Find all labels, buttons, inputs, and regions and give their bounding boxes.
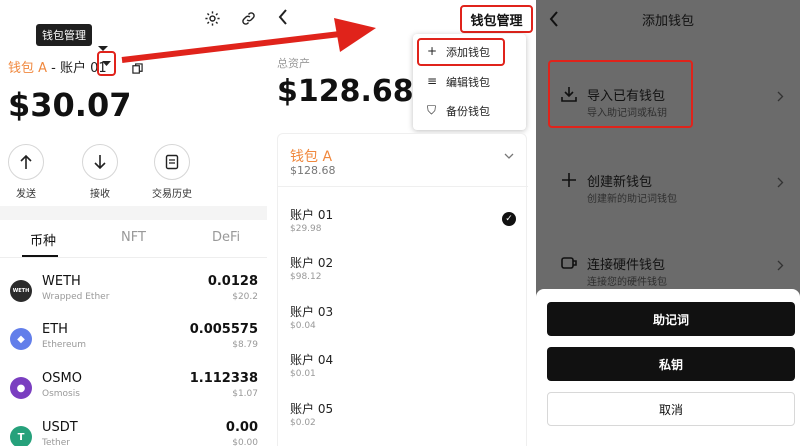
- total-assets-value: $128.68: [277, 74, 414, 109]
- total-assets-label: 总资产: [277, 57, 310, 70]
- wallet-manage-tooltip: 钱包管理: [36, 24, 108, 51]
- wallet-card-balance: $128.68: [290, 164, 336, 177]
- receive-button[interactable]: 接收: [78, 144, 122, 200]
- wallet-card-name[interactable]: 钱包 A: [290, 146, 332, 166]
- tab-underline: [22, 255, 58, 257]
- account-row[interactable]: 账户 04 $0.01: [290, 351, 516, 391]
- account-row[interactable]: 账户 01 $29.98 ✓: [290, 206, 516, 246]
- account-row[interactable]: 账户 03 $0.04: [290, 303, 516, 343]
- create-wallet-option[interactable]: 创建新钱包 创建新的助记词钱包: [536, 163, 800, 223]
- import-method-sheet: 助记词 私钥 取消: [536, 289, 800, 446]
- history-button[interactable]: 交易历史: [150, 144, 194, 200]
- token-row-weth[interactable]: WETH WETH Wrapped Ether 0.0128 $20.2: [0, 272, 267, 320]
- account-row[interactable]: 账户 02 $98.12: [290, 254, 516, 294]
- send-button[interactable]: 发送: [4, 144, 48, 200]
- weth-icon: WETH: [10, 280, 32, 302]
- add-wallet-panel: 添加钱包 导入已有钱包 导入助记词或私钥 创建新钱包 创建新的助记词钱包 连接硬…: [536, 0, 800, 446]
- check-icon: ✓: [502, 212, 516, 226]
- cancel-button[interactable]: 取消: [547, 392, 795, 426]
- private-key-button[interactable]: 私钥: [547, 347, 795, 381]
- arrow-up-icon: [20, 154, 32, 169]
- token-row-eth[interactable]: ◆ ETH Ethereum 0.005575 $8.79: [0, 320, 267, 368]
- wallet-dropdown-highlight[interactable]: [97, 51, 116, 76]
- token-row-osmo[interactable]: ● OSMO Osmosis 1.112338 $1.07: [0, 369, 267, 417]
- shield-icon: ⛉: [427, 103, 437, 117]
- osmo-icon: ●: [10, 377, 32, 399]
- hardware-wallet-icon: [560, 254, 578, 276]
- wallet-card: 钱包 A $128.68 账户 01 $29.98 ✓ 账户 02 $98.12…: [277, 133, 528, 446]
- wallet-name: 钱包 A: [8, 61, 48, 76]
- document-icon: [165, 154, 179, 170]
- plus-icon: [560, 171, 578, 193]
- chevron-down-icon[interactable]: [504, 152, 514, 163]
- asset-tabs: 币种 NFT DeFi: [0, 220, 267, 258]
- chevron-right-icon: [777, 91, 784, 105]
- copy-icon[interactable]: [132, 59, 143, 78]
- import-wallet-highlight: [548, 60, 693, 128]
- chevron-right-icon: [777, 260, 784, 274]
- total-balance: $30.07: [8, 86, 132, 124]
- back-chevron-icon[interactable]: [277, 8, 289, 30]
- arrow-down-icon: [94, 155, 106, 170]
- tab-tokens[interactable]: 币种: [30, 230, 56, 249]
- token-row-usdt[interactable]: T USDT Tether 0.00 $0.00: [0, 418, 267, 446]
- chevron-right-icon: [777, 177, 784, 191]
- gear-icon[interactable]: [204, 10, 221, 31]
- card-divider: [278, 186, 528, 187]
- edit-list-icon: ≡: [427, 74, 438, 88]
- add-wallet-highlight: [417, 38, 505, 66]
- link-icon[interactable]: [240, 10, 257, 31]
- wallet-selector[interactable]: 钱包 A - 账户 01: [8, 57, 107, 76]
- add-wallet-title: 添加钱包: [641, 14, 694, 29]
- caret-down-icon: [102, 61, 111, 66]
- wallet-manage-title[interactable]: 钱包管理: [460, 5, 533, 33]
- wallet-home-panel: 钱包管理 钱包 A - 账户 01 $30.07 发送 接收 交易历史 币种 N…: [0, 0, 267, 446]
- tab-defi[interactable]: DeFi: [212, 230, 240, 245]
- menu-item-backup-wallet[interactable]: ⛉ 备份钱包: [413, 97, 526, 125]
- menu-item-edit-wallet[interactable]: ≡ 编辑钱包: [413, 68, 526, 96]
- wallet-manage-menu: + 添加钱包 ≡ 编辑钱包 ⛉ 备份钱包: [413, 34, 526, 130]
- tab-nft[interactable]: NFT: [121, 230, 146, 245]
- wallet-manage-panel: 钱包管理 总资产 $128.68 + 添加钱包 ≡ 编辑钱包 ⛉ 备份钱包 钱包…: [267, 0, 536, 446]
- eth-icon: ◆: [10, 328, 32, 350]
- account-row[interactable]: 账户 05 $0.02: [290, 400, 516, 440]
- mnemonic-button[interactable]: 助记词: [547, 302, 795, 336]
- section-separator: [0, 206, 267, 220]
- usdt-icon: T: [10, 426, 32, 446]
